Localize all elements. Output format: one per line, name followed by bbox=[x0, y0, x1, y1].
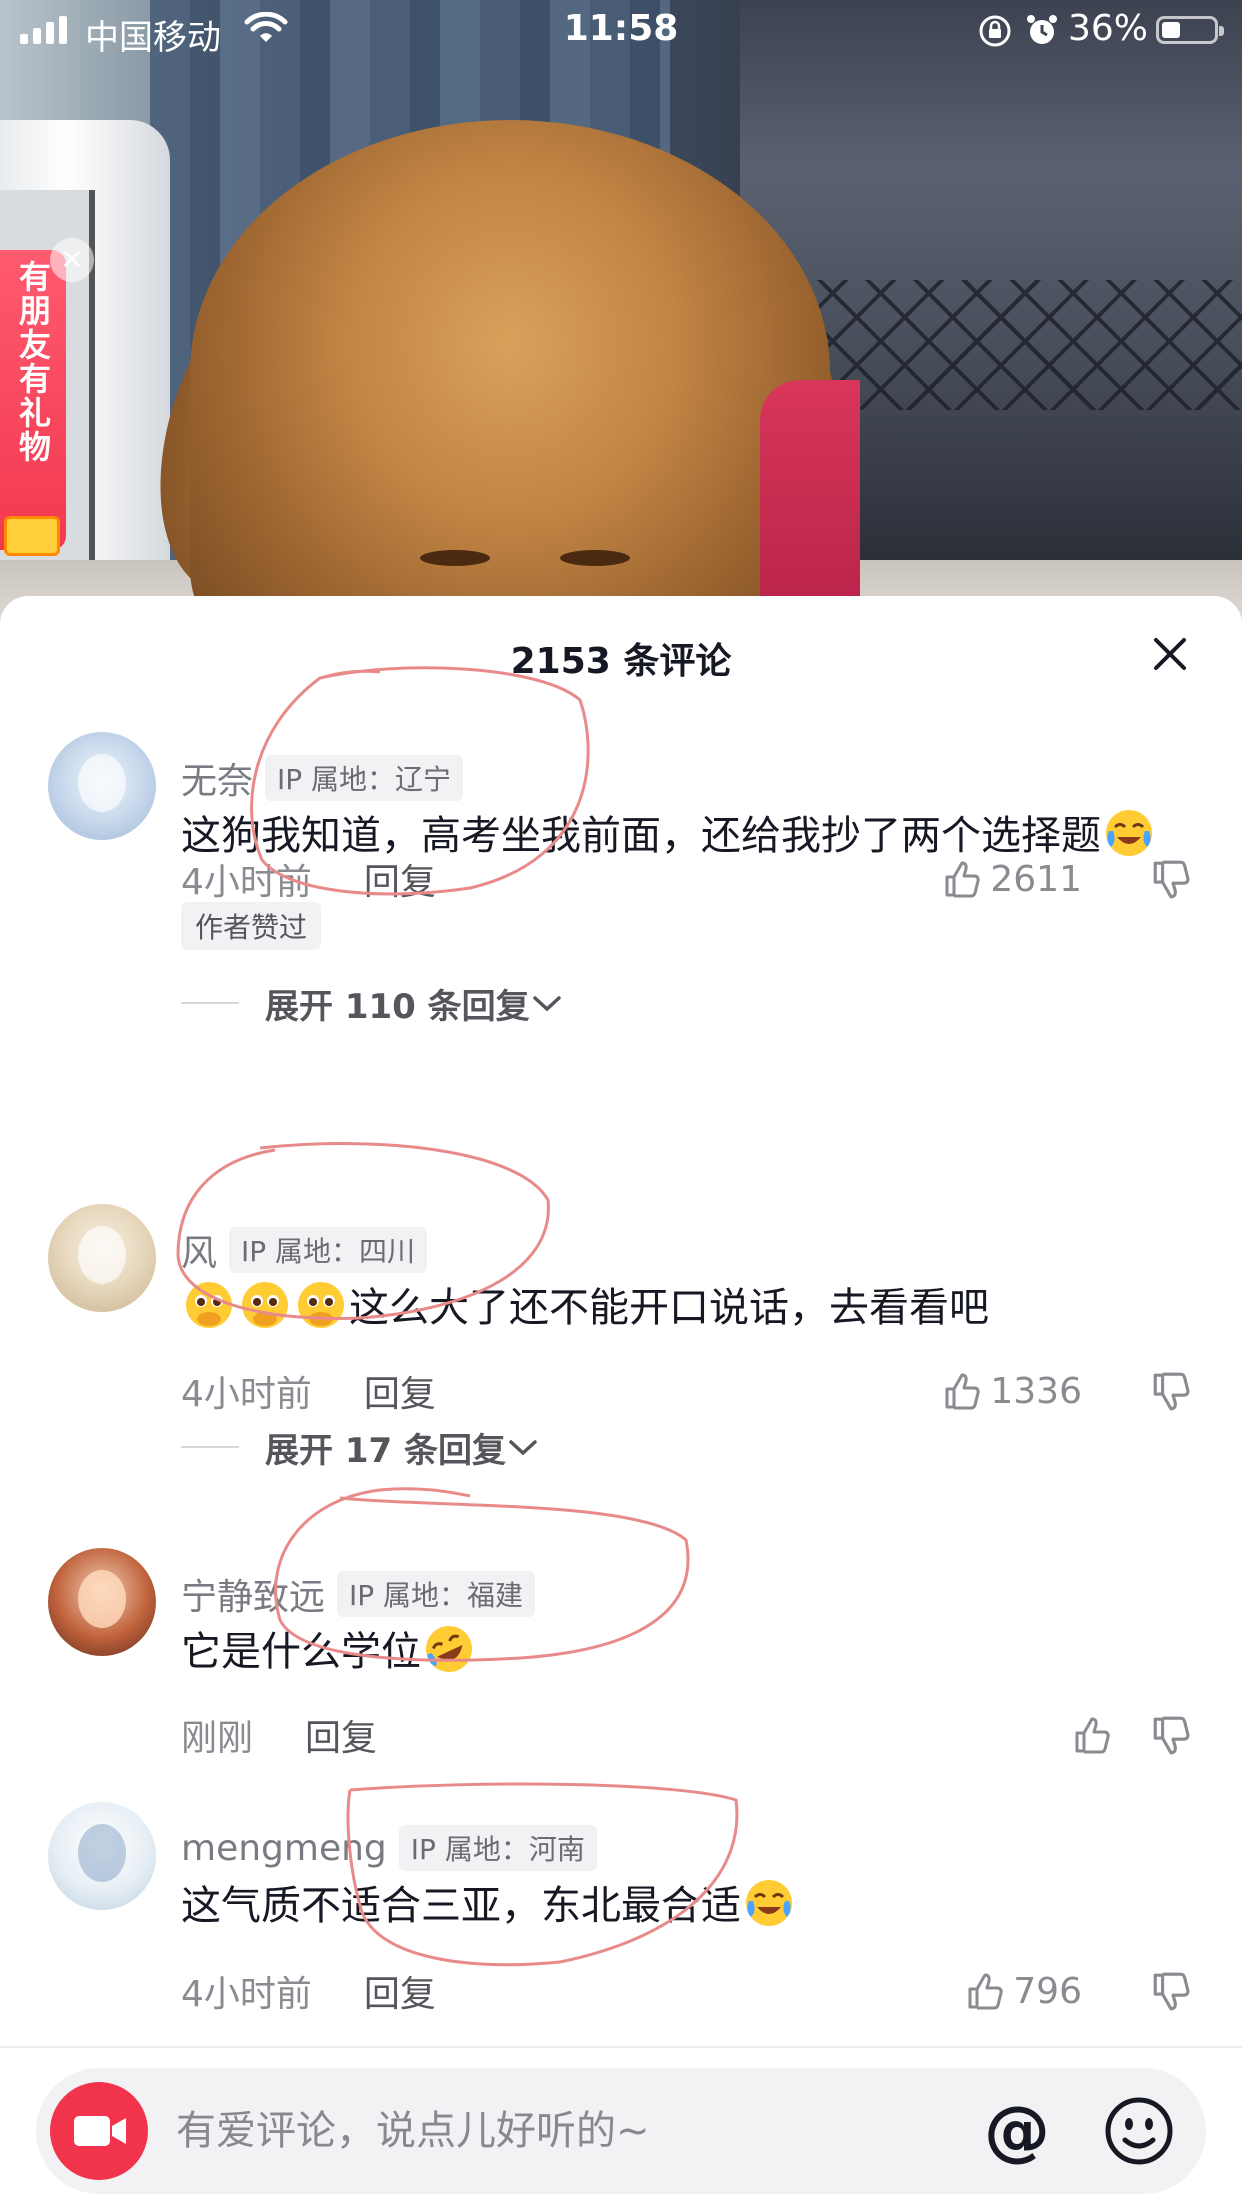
thumbs-down-icon[interactable] bbox=[1150, 1714, 1194, 1758]
comment-text[interactable]: 它是什么学位 bbox=[181, 1622, 1191, 1682]
thumbs-down-icon[interactable] bbox=[1150, 1370, 1194, 1414]
dog-eye-left bbox=[420, 550, 490, 566]
video-camera-icon bbox=[74, 2116, 126, 2146]
chevron-down-icon bbox=[509, 1440, 537, 1456]
comment-text-body: 这狗我知道，高考坐我前面，还给我抄了两个选择题 bbox=[181, 813, 1101, 859]
thumbs-up-icon bbox=[945, 1373, 981, 1410]
video-player[interactable] bbox=[0, 0, 1242, 640]
comment-header: 风 IP 属地：四川 bbox=[181, 1224, 428, 1276]
divider-line bbox=[181, 1002, 239, 1004]
battery-icon bbox=[1156, 16, 1224, 44]
username[interactable]: mengmeng bbox=[181, 1828, 387, 1869]
comment-meta: 4小时前 回复 bbox=[181, 854, 436, 904]
reply-button[interactable]: 回复 bbox=[364, 1365, 436, 1417]
comment-meta: 4小时前 回复 bbox=[181, 1966, 436, 2016]
pleading-cover-mouth-emoji-icon bbox=[242, 1282, 288, 1328]
avatar[interactable] bbox=[48, 732, 156, 840]
comment-time: 4小时前 bbox=[181, 1374, 312, 1415]
ip-location-tag: IP 属地：辽宁 bbox=[265, 755, 464, 801]
like-button[interactable]: 1336 bbox=[942, 1366, 1082, 1416]
comment-text-body: 这么大了还不能开口说话，去看看吧 bbox=[349, 1285, 989, 1331]
like-count: 2611 bbox=[990, 858, 1082, 900]
pleading-cover-mouth-emoji-icon bbox=[186, 1282, 232, 1328]
status-bar: 中国移动 11:58 36% bbox=[0, 0, 1242, 62]
dog-eye-right bbox=[560, 550, 630, 566]
battery-percentage: 36% bbox=[1068, 8, 1149, 49]
comment-time: 4小时前 bbox=[181, 862, 312, 903]
like-button[interactable]: 796 bbox=[965, 1966, 1082, 2016]
rotation-lock-icon bbox=[979, 15, 1011, 47]
ip-location-tag: IP 属地：四川 bbox=[229, 1227, 428, 1273]
comment-time: 刚刚 bbox=[181, 1718, 254, 1759]
mention-button[interactable]: @ bbox=[980, 2094, 1054, 2168]
comment-sheet: 2153 条评论 无奈 IP 属地：辽宁 这狗我知道，高考坐我前面，还给我抄了两… bbox=[0, 596, 1242, 2208]
like-count: 1336 bbox=[990, 1370, 1082, 1412]
laugh-cry-emoji-icon bbox=[1106, 810, 1152, 856]
comment-input-bar: @ bbox=[36, 2068, 1206, 2194]
username[interactable]: 风 bbox=[181, 1224, 217, 1276]
reply-button[interactable]: 回复 bbox=[364, 1965, 436, 2017]
comment-count-title: 2153 条评论 bbox=[510, 641, 732, 682]
like-button[interactable]: 2611 bbox=[942, 854, 1082, 904]
ip-location-tag: IP 属地：河南 bbox=[398, 1825, 597, 1871]
expand-replies-button[interactable]: 展开 17 条回复 bbox=[181, 1422, 540, 1472]
laugh-cry-emoji-icon bbox=[746, 1880, 792, 1926]
thumbs-up-icon bbox=[945, 861, 981, 898]
emoji-picker-icon[interactable] bbox=[1100, 2092, 1178, 2170]
alarm-icon bbox=[1027, 15, 1057, 44]
comment-meta: 刚刚 回复 bbox=[181, 1710, 377, 1760]
input-divider bbox=[0, 2046, 1242, 2048]
video-reply-button[interactable] bbox=[50, 2082, 148, 2180]
comment-text[interactable]: 这气质不适合三亚，东北最合适 bbox=[181, 1876, 1191, 1936]
thumbs-down-icon[interactable] bbox=[1150, 1970, 1194, 2014]
comment-header: mengmeng IP 属地：河南 bbox=[181, 1824, 597, 1872]
gift-icon bbox=[4, 516, 60, 556]
thumbs-up-icon bbox=[1075, 1717, 1110, 1754]
comment-text[interactable]: 这么大了还不能开口说话，去看看吧 bbox=[181, 1278, 1191, 1338]
promo-close-button[interactable]: ✕ bbox=[50, 238, 94, 282]
comment-text-body: 这气质不适合三亚，东北最合适 bbox=[181, 1883, 741, 1929]
expand-replies-label: 展开 110 条回复 bbox=[265, 986, 530, 1027]
comment-meta: 4小时前 回复 bbox=[181, 1366, 436, 1416]
close-icon[interactable] bbox=[1148, 632, 1192, 676]
expand-replies-button[interactable]: 展开 110 条回复 bbox=[181, 978, 564, 1028]
comment-time: 4小时前 bbox=[181, 1974, 312, 2015]
comment-header: 宁静致远 IP 属地：福建 bbox=[181, 1568, 536, 1620]
thumbs-down-icon[interactable] bbox=[1150, 858, 1194, 902]
thumbs-up-icon bbox=[968, 1973, 1003, 2010]
avatar[interactable] bbox=[48, 1802, 156, 1910]
promo-badge[interactable]: 有朋友有礼物 bbox=[0, 250, 66, 556]
golden-retriever-dog bbox=[190, 120, 830, 640]
promo-text: 有朋友有礼物 bbox=[14, 260, 52, 464]
username[interactable]: 宁静致远 bbox=[181, 1568, 325, 1620]
comment-header: 无奈 IP 属地：辽宁 bbox=[181, 752, 464, 804]
ip-location-tag: IP 属地：福建 bbox=[337, 1571, 536, 1617]
reply-button[interactable]: 回复 bbox=[364, 853, 436, 905]
rolling-laugh-emoji-icon bbox=[426, 1626, 472, 1672]
avatar[interactable] bbox=[48, 1548, 156, 1656]
author-liked-badge: 作者赞过 bbox=[181, 902, 322, 950]
comment-text-body: 它是什么学位 bbox=[181, 1629, 421, 1675]
like-count: 796 bbox=[1013, 1970, 1082, 2012]
comment-input[interactable] bbox=[176, 2096, 956, 2166]
like-button[interactable] bbox=[1072, 1710, 1120, 1760]
reply-button[interactable]: 回复 bbox=[305, 1709, 377, 1761]
pleading-cover-mouth-emoji-icon bbox=[298, 1282, 344, 1328]
divider-line bbox=[181, 1446, 239, 1448]
avatar[interactable] bbox=[48, 1204, 156, 1312]
expand-replies-label: 展开 17 条回复 bbox=[265, 1430, 506, 1471]
chevron-down-icon bbox=[532, 996, 561, 1012]
username[interactable]: 无奈 bbox=[181, 752, 253, 804]
